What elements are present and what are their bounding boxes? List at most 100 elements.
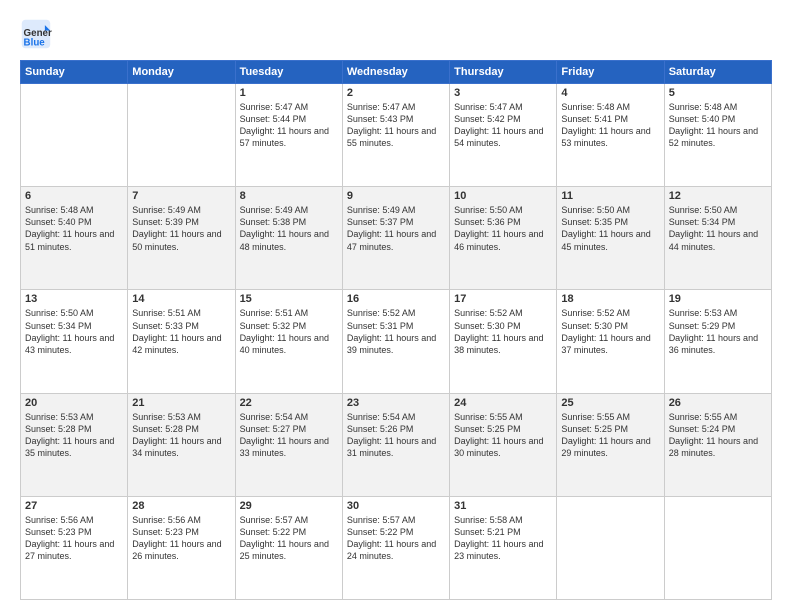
header: General Blue <box>20 18 772 50</box>
day-number: 1 <box>240 87 338 99</box>
calendar-cell: 22Sunrise: 5:54 AM Sunset: 5:27 PM Dayli… <box>235 393 342 496</box>
week-row-2: 6Sunrise: 5:48 AM Sunset: 5:40 PM Daylig… <box>21 187 772 290</box>
day-number: 10 <box>454 190 552 202</box>
day-number: 20 <box>25 397 123 409</box>
day-info: Sunrise: 5:50 AM Sunset: 5:36 PM Dayligh… <box>454 204 552 253</box>
calendar-cell: 8 Sunrise: 5:49 AM Sunset: 5:38 PM Daylig… <box>235 187 342 290</box>
day-number: 25 <box>561 397 659 409</box>
day-info: Sunrise: 5:48 AM Sunset: 5:40 PM Dayligh… <box>25 204 123 253</box>
day-info: Sunrise: 5:50 AM Sunset: 5:35 PM Dayligh… <box>561 204 659 253</box>
day-info: Sunrise: 5:49 AM Sunset: 5:39 PM Dayligh… <box>132 204 230 253</box>
day-number: 26 <box>669 397 767 409</box>
day-info: Sunrise: 5:55 AM Sunset: 5:24 PM Dayligh… <box>669 411 767 460</box>
logo: General Blue <box>20 18 56 50</box>
calendar-cell: 18 Sunrise: 5:52 AM Sunset: 5:30 PM Dayli… <box>557 290 664 393</box>
day-number: 29 <box>240 500 338 512</box>
svg-text:Blue: Blue <box>24 38 46 49</box>
calendar-cell: 17 Sunrise: 5:52 AM Sunset: 5:30 PM Dayli… <box>450 290 557 393</box>
calendar-cell: 15 Sunrise: 5:51 AM Sunset: 5:32 PM Dayli… <box>235 290 342 393</box>
day-info: Sunrise: 5:56 AM Sunset: 5:23 PM Dayligh… <box>25 514 123 563</box>
day-number: 14 <box>132 293 230 305</box>
day-info: Sunrise: 5:53 AM Sunset: 5:28 PM Dayligh… <box>25 411 123 460</box>
day-info: Sunrise: 5:53 AM Sunset: 5:28 PM Dayligh… <box>132 411 230 460</box>
day-info: Sunrise: 5:49 AM Sunset: 5:38 PM Dayligh… <box>240 204 338 253</box>
calendar-cell: 26 Sunrise: 5:55 AM Sunset: 5:24 PM Dayli… <box>664 393 771 496</box>
calendar-cell: 1 Sunrise: 5:47 AM Sunset: 5:44 PM Daylig… <box>235 84 342 187</box>
day-info: Sunrise: 5:52 AM Sunset: 5:31 PM Dayligh… <box>347 307 445 356</box>
calendar-cell: 7Sunrise: 5:49 AM Sunset: 5:39 PM Daylig… <box>128 187 235 290</box>
day-info: Sunrise: 5:55 AM Sunset: 5:25 PM Dayligh… <box>454 411 552 460</box>
day-number: 8 <box>240 190 338 202</box>
day-number: 17 <box>454 293 552 305</box>
day-info: Sunrise: 5:54 AM Sunset: 5:26 PM Dayligh… <box>347 411 445 460</box>
calendar-cell: 14 Sunrise: 5:51 AM Sunset: 5:33 PM Dayli… <box>128 290 235 393</box>
week-row-4: 20 Sunrise: 5:53 AM Sunset: 5:28 PM Dayli… <box>21 393 772 496</box>
day-number: 22 <box>240 397 338 409</box>
day-info: Sunrise: 5:47 AM Sunset: 5:44 PM Dayligh… <box>240 101 338 150</box>
day-info: Sunrise: 5:50 AM Sunset: 5:34 PM Dayligh… <box>25 307 123 356</box>
day-number: 28 <box>132 500 230 512</box>
weekday-header-monday: Monday <box>128 61 235 84</box>
calendar-cell: 16 Sunrise: 5:52 AM Sunset: 5:31 PM Dayli… <box>342 290 449 393</box>
calendar-cell <box>128 84 235 187</box>
calendar-cell: 12Sunrise: 5:50 AM Sunset: 5:34 PM Dayli… <box>664 187 771 290</box>
day-number: 31 <box>454 500 552 512</box>
weekday-header-saturday: Saturday <box>664 61 771 84</box>
week-row-5: 27 Sunrise: 5:56 AM Sunset: 5:23 PM Dayli… <box>21 496 772 599</box>
day-number: 16 <box>347 293 445 305</box>
weekday-header-sunday: Sunday <box>21 61 128 84</box>
day-number: 18 <box>561 293 659 305</box>
calendar-cell: 10 Sunrise: 5:50 AM Sunset: 5:36 PM Dayli… <box>450 187 557 290</box>
day-info: Sunrise: 5:52 AM Sunset: 5:30 PM Dayligh… <box>454 307 552 356</box>
calendar-cell <box>557 496 664 599</box>
day-number: 27 <box>25 500 123 512</box>
day-number: 15 <box>240 293 338 305</box>
day-number: 11 <box>561 190 659 202</box>
week-row-1: 1 Sunrise: 5:47 AM Sunset: 5:44 PM Daylig… <box>21 84 772 187</box>
calendar-cell: 30 Sunrise: 5:57 AM Sunset: 5:22 PM Dayli… <box>342 496 449 599</box>
calendar-cell: 9Sunrise: 5:49 AM Sunset: 5:37 PM Daylig… <box>342 187 449 290</box>
weekday-header-wednesday: Wednesday <box>342 61 449 84</box>
day-number: 24 <box>454 397 552 409</box>
day-info: Sunrise: 5:50 AM Sunset: 5:34 PM Dayligh… <box>669 204 767 253</box>
calendar-cell: 4 Sunrise: 5:48 AM Sunset: 5:41 PM Daylig… <box>557 84 664 187</box>
calendar-cell: 20 Sunrise: 5:53 AM Sunset: 5:28 PM Dayli… <box>21 393 128 496</box>
calendar-cell: 2Sunrise: 5:47 AM Sunset: 5:43 PM Daylig… <box>342 84 449 187</box>
week-row-3: 13 Sunrise: 5:50 AM Sunset: 5:34 PM Dayli… <box>21 290 772 393</box>
calendar-cell: 3 Sunrise: 5:47 AM Sunset: 5:42 PM Daylig… <box>450 84 557 187</box>
day-info: Sunrise: 5:53 AM Sunset: 5:29 PM Dayligh… <box>669 307 767 356</box>
day-info: Sunrise: 5:47 AM Sunset: 5:42 PM Dayligh… <box>454 101 552 150</box>
calendar-cell: 25 Sunrise: 5:55 AM Sunset: 5:25 PM Dayli… <box>557 393 664 496</box>
day-info: Sunrise: 5:55 AM Sunset: 5:25 PM Dayligh… <box>561 411 659 460</box>
day-number: 30 <box>347 500 445 512</box>
day-info: Sunrise: 5:51 AM Sunset: 5:33 PM Dayligh… <box>132 307 230 356</box>
calendar-cell: 6Sunrise: 5:48 AM Sunset: 5:40 PM Daylig… <box>21 187 128 290</box>
weekday-header-row: SundayMondayTuesdayWednesdayThursdayFrid… <box>21 61 772 84</box>
calendar-cell: 13 Sunrise: 5:50 AM Sunset: 5:34 PM Dayli… <box>21 290 128 393</box>
day-info: Sunrise: 5:48 AM Sunset: 5:41 PM Dayligh… <box>561 101 659 150</box>
day-number: 5 <box>669 87 767 99</box>
day-number: 4 <box>561 87 659 99</box>
calendar-cell: 23Sunrise: 5:54 AM Sunset: 5:26 PM Dayli… <box>342 393 449 496</box>
day-info: Sunrise: 5:51 AM Sunset: 5:32 PM Dayligh… <box>240 307 338 356</box>
calendar-cell: 27 Sunrise: 5:56 AM Sunset: 5:23 PM Dayli… <box>21 496 128 599</box>
calendar-cell <box>664 496 771 599</box>
calendar-cell: 31 Sunrise: 5:58 AM Sunset: 5:21 PM Dayli… <box>450 496 557 599</box>
calendar-cell <box>21 84 128 187</box>
day-info: Sunrise: 5:58 AM Sunset: 5:21 PM Dayligh… <box>454 514 552 563</box>
day-number: 2 <box>347 87 445 99</box>
day-number: 3 <box>454 87 552 99</box>
weekday-header-tuesday: Tuesday <box>235 61 342 84</box>
day-number: 9 <box>347 190 445 202</box>
calendar-cell: 29 Sunrise: 5:57 AM Sunset: 5:22 PM Dayli… <box>235 496 342 599</box>
calendar-cell: 19 Sunrise: 5:53 AM Sunset: 5:29 PM Dayli… <box>664 290 771 393</box>
day-number: 19 <box>669 293 767 305</box>
calendar-cell: 5 Sunrise: 5:48 AM Sunset: 5:40 PM Daylig… <box>664 84 771 187</box>
day-info: Sunrise: 5:57 AM Sunset: 5:22 PM Dayligh… <box>347 514 445 563</box>
day-info: Sunrise: 5:57 AM Sunset: 5:22 PM Dayligh… <box>240 514 338 563</box>
day-info: Sunrise: 5:52 AM Sunset: 5:30 PM Dayligh… <box>561 307 659 356</box>
day-number: 13 <box>25 293 123 305</box>
day-info: Sunrise: 5:48 AM Sunset: 5:40 PM Dayligh… <box>669 101 767 150</box>
page: General Blue SundayMondayTuesdayWednesda… <box>0 0 792 612</box>
logo-icon: General Blue <box>20 18 52 50</box>
